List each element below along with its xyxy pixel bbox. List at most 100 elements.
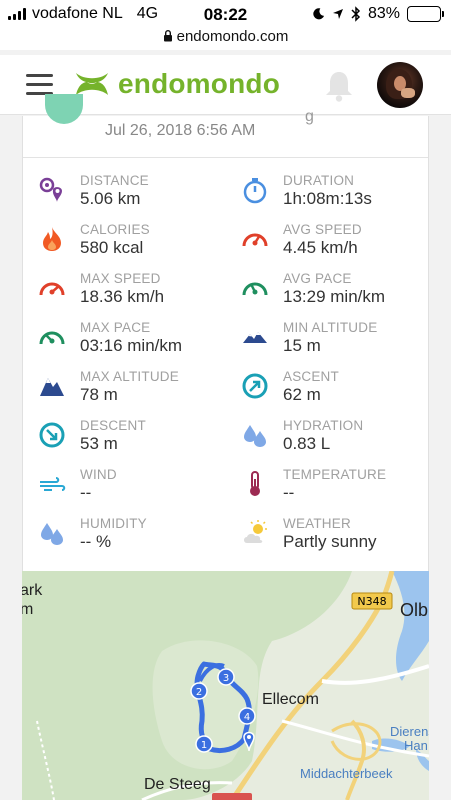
flame-icon [43, 227, 61, 251]
menu-line [26, 74, 53, 77]
stat-label: MIN ALTITUDE [283, 320, 378, 335]
lock-icon [163, 30, 172, 42]
stat-value: 1h:08m:13s [283, 189, 372, 208]
stat-value: 03:16 min/km [80, 336, 183, 355]
marker-2-label: 2 [196, 687, 202, 698]
stat-value: 0.83 L [283, 434, 331, 453]
pace-gauge-icon [39, 331, 65, 345]
stat-label: MAX SPEED [80, 271, 161, 286]
status-left: vodafone NL 4G [8, 5, 158, 23]
route-marker[interactable]: 4 [238, 707, 256, 725]
sport-badge [45, 94, 83, 124]
distance-icon [39, 177, 62, 202]
stat-value: -- [80, 483, 92, 502]
stat-value: 62 m [283, 385, 321, 404]
workout-title-fragment: g [305, 108, 314, 125]
map-label-park: ark [22, 582, 43, 599]
cell-signal-icon [8, 8, 26, 20]
stat-value: Partly sunny [283, 532, 377, 551]
partly-sunny-icon [244, 520, 267, 543]
stat-label: AVG SPEED [283, 222, 362, 237]
stat-wind: WIND -- [23, 462, 223, 506]
stat-value: 53 m [80, 434, 118, 453]
stopwatch-icon [243, 178, 267, 204]
stat-value: 18.36 km/h [80, 287, 165, 306]
bluetooth-icon [351, 6, 361, 22]
carrier-name: vodafone NL [32, 5, 123, 22]
stat-label: CALORIES [80, 222, 150, 237]
map-label-olb: Olb [400, 600, 429, 620]
stat-value: 13:29 min/km [283, 287, 386, 306]
user-avatar[interactable] [377, 62, 423, 108]
stat-value: 78 m [80, 385, 118, 404]
brand-logo[interactable]: endomondo [72, 68, 280, 100]
road-shield-label: N348 [357, 595, 386, 608]
map-label-dierens: Dierens [390, 724, 429, 739]
water-drops-icon [244, 425, 266, 447]
stat-label: TEMPERATURE [283, 467, 387, 482]
speedometer-icon [39, 282, 65, 296]
moon-icon [313, 8, 325, 20]
stat-avg-pace: AVG PACE 13:29 min/km [226, 266, 426, 310]
browser-url-bar[interactable]: endomondo.com [0, 28, 451, 50]
stat-label: MAX PACE [80, 320, 151, 335]
map-label-middachterbeek: Middachterbeek [300, 766, 393, 781]
stat-value: -- [283, 483, 295, 502]
stat-label: WIND [80, 467, 117, 482]
descent-arrow-icon [39, 422, 65, 448]
menu-button[interactable] [26, 74, 53, 96]
status-bar: vodafone NL 4G 08:22 83% [0, 0, 451, 30]
stat-hydration: HYDRATION 0.83 L [226, 413, 426, 457]
marker-1-label: 1 [201, 740, 207, 751]
pace-gauge-icon [242, 282, 268, 296]
workout-header: g Jul 26, 2018 6:56 AM [23, 94, 428, 158]
ascent-arrow-icon [242, 373, 268, 399]
brand-name: endomondo [118, 68, 280, 99]
stat-duration: DURATION 1h:08m:13s [226, 168, 426, 212]
battery-percent: 83% [367, 5, 400, 22]
stat-label: HYDRATION [283, 418, 364, 433]
stat-ascent: ASCENT 62 m [226, 364, 426, 408]
notification-bell-icon[interactable] [323, 69, 355, 103]
stat-temperature: TEMPERATURE -- [226, 462, 426, 506]
thermometer-icon [250, 471, 260, 496]
marker-3-label: 3 [223, 673, 229, 684]
stat-label: MAX ALTITUDE [80, 369, 179, 384]
stat-label: HUMIDITY [80, 516, 147, 531]
stat-value: 580 kcal [80, 238, 144, 257]
route-marker[interactable]: 1 [195, 735, 213, 753]
stat-label: DURATION [283, 173, 355, 188]
stat-value: 4.45 km/h [283, 238, 358, 257]
stat-value: -- % [80, 532, 112, 551]
route-marker[interactable]: 2 [190, 682, 208, 700]
url-text: endomondo.com [176, 28, 289, 45]
map-label-ellecom: Ellecom [262, 691, 319, 708]
stat-max-altitude: MAX ALTITUDE 78 m [23, 364, 223, 408]
status-right: 83% [312, 5, 444, 23]
mountain-icon [40, 378, 64, 396]
map-label-de-steeg: De Steeg [144, 776, 211, 793]
menu-line [26, 83, 53, 86]
stat-label: WEATHER [283, 516, 351, 531]
stat-value: 15 m [283, 336, 321, 355]
stat-descent: DESCENT 53 m [23, 413, 223, 457]
workout-card: g Jul 26, 2018 6:56 AM DISTANCE 5.06 km … [22, 94, 429, 571]
stat-label: DISTANCE [80, 173, 149, 188]
map-label-han: Han [404, 738, 428, 753]
stat-avg-speed: AVG SPEED 4.45 km/h [226, 217, 426, 261]
battery-icon [407, 6, 444, 22]
stat-min-altitude: MIN ALTITUDE 15 m [226, 315, 426, 359]
stat-label: AVG PACE [283, 271, 352, 286]
wind-icon [40, 477, 66, 491]
humidity-drops-icon [41, 523, 63, 545]
stat-calories: CALORIES 580 kcal [23, 217, 223, 261]
route-map[interactable]: 1 2 3 4 N348 ark m Olb Ellecom Dierens H… [22, 571, 429, 800]
map-label-park-2: m [22, 601, 34, 618]
low-mountain-icon [243, 332, 267, 343]
stat-weather: WEATHER Partly sunny [226, 511, 426, 555]
stat-distance: DISTANCE 5.06 km [23, 168, 223, 212]
route-marker[interactable]: 3 [217, 668, 235, 686]
stat-humidity: HUMIDITY -- % [23, 511, 223, 555]
stat-max-pace: MAX PACE 03:16 min/km [23, 315, 223, 359]
stat-value: 5.06 km [80, 189, 141, 208]
